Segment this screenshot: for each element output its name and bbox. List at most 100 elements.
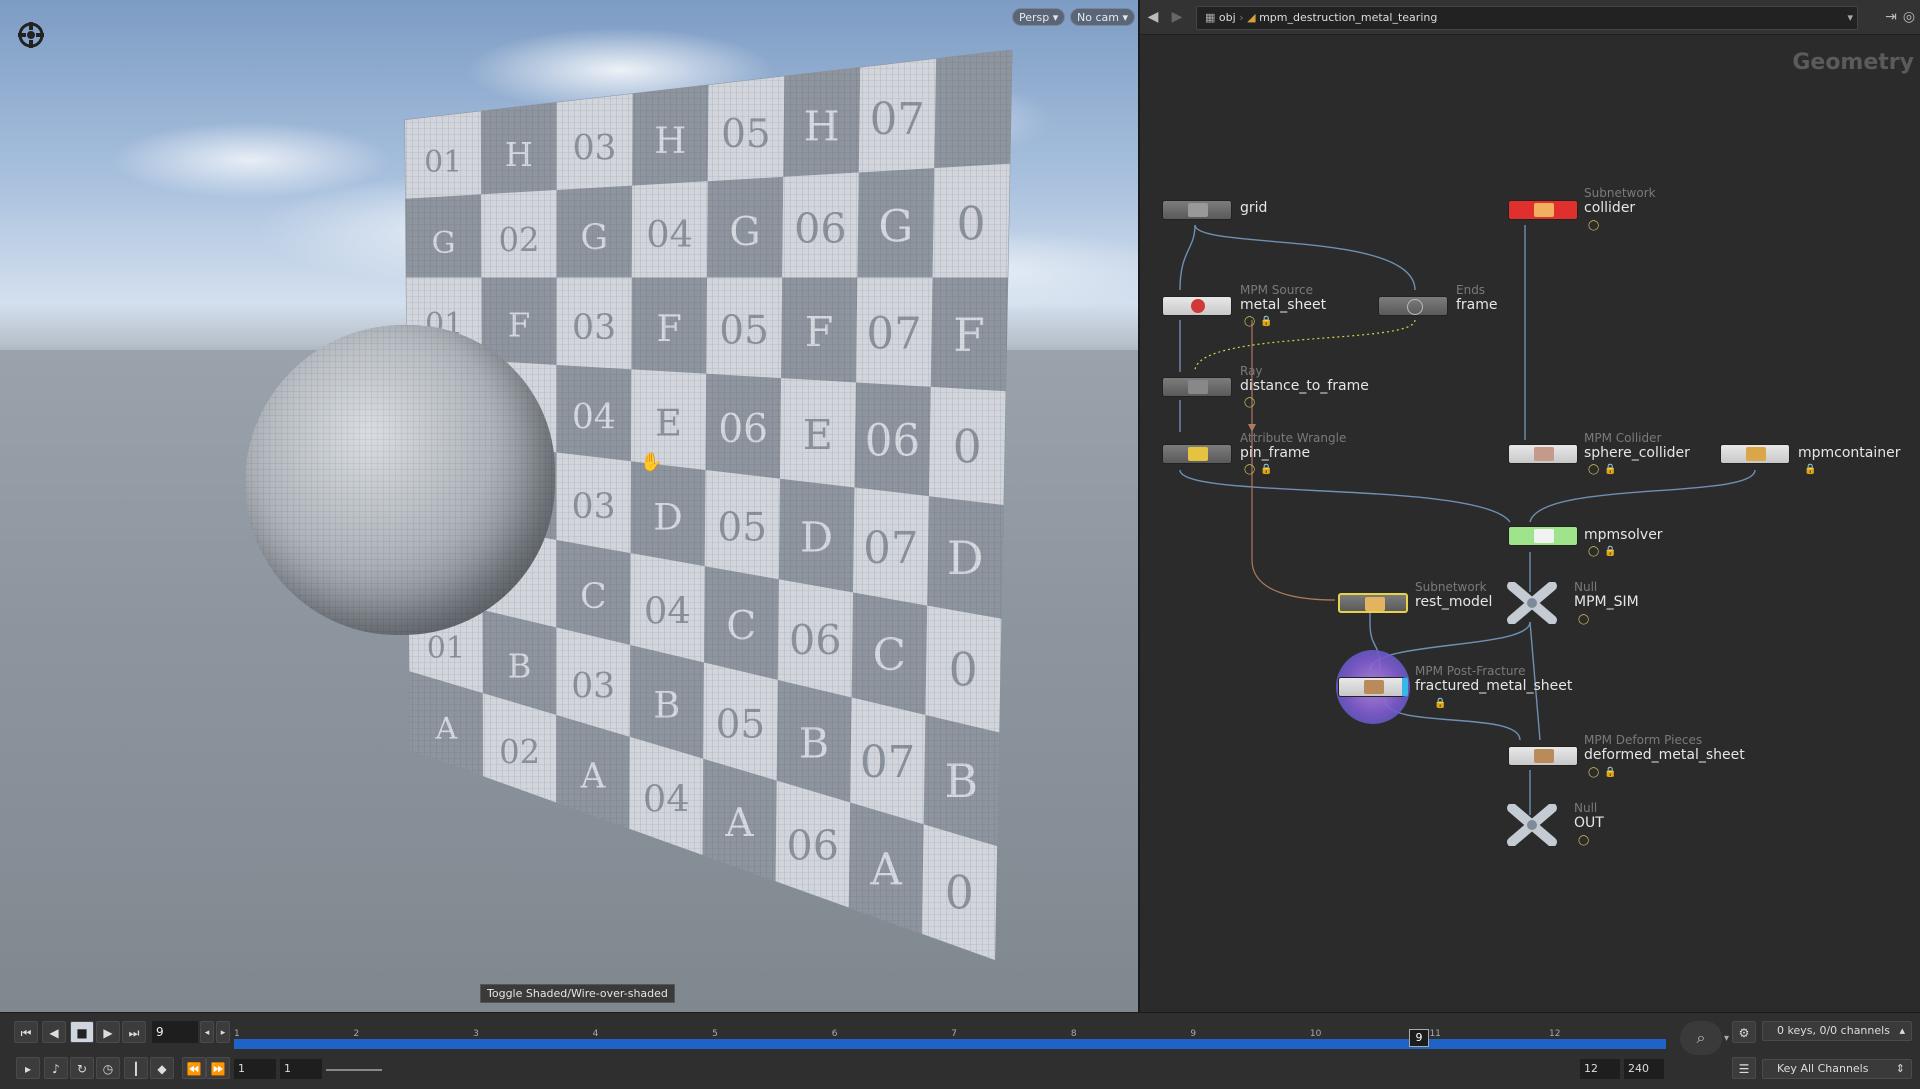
next-key-icon[interactable]: ⏩ [206,1057,230,1079]
node-mpm-sim[interactable] [1506,582,1558,624]
play-reverse-icon[interactable]: ◀ [42,1021,66,1043]
play-forward-icon[interactable]: ▶ [96,1021,120,1043]
chevron-down-icon: ▾ [1052,11,1059,24]
lock-icon[interactable]: 🔒 [1604,546,1616,557]
key-all-channels-dropdown[interactable]: Key All Channels ⇕ [1762,1059,1912,1079]
node-collider[interactable] [1508,200,1578,220]
display-flag-icon[interactable]: ◯ [1244,316,1255,327]
ends-icon [1407,299,1423,315]
keyframe-step-icon[interactable]: ◆ [150,1057,174,1079]
loop-icon[interactable]: ↻ [70,1057,94,1079]
camera-menu-button[interactable]: Persp ▾ [1012,8,1066,26]
tick-label: 11 [1429,1029,1441,1039]
node-type-fractured-metal-sheet: MPM Post-Fracture [1415,664,1526,678]
lock-icon[interactable]: 🔒 [1604,464,1616,475]
channel-list-icon[interactable]: ☰ [1732,1057,1756,1079]
node-type-metal-sheet: MPM Source [1240,283,1313,297]
node-wires [1179,224,1756,815]
lock-icon[interactable]: 🔒 [1604,767,1616,778]
range-start-field[interactable]: 1 [234,1059,276,1079]
node-name-out: OUT [1574,815,1604,831]
current-frame-marker[interactable]: 9 [1409,1029,1429,1047]
node-mpmsolver[interactable] [1508,526,1578,546]
node-metal-sheet[interactable] [1162,296,1232,316]
scene-viewport[interactable]: 01H03H05H07G02G04G06G001F03F05F07FE04E06… [0,0,1138,1012]
display-flag-icon[interactable]: ◯ [1244,397,1255,408]
jump-start-icon[interactable]: ⏮ [14,1021,38,1043]
mpm-post-fracture-icon [1364,680,1384,694]
node-grid[interactable] [1162,200,1232,220]
range-end-field-2[interactable]: 240 [1624,1059,1664,1079]
node-name-sphere-collider: sphere_collider [1584,445,1690,461]
node-name-fractured-metal-sheet: fractured_metal_sheet [1415,678,1573,694]
timeline-range-bar[interactable] [234,1039,1666,1049]
tick-label: 2 [353,1029,360,1039]
range-end-field[interactable]: 12 [1580,1059,1620,1079]
display-flag-icon[interactable]: ◯ [1244,464,1255,475]
subnet-icon [1365,597,1385,611]
node-fractured-metal-sheet[interactable] [1338,677,1408,697]
node-type-sphere-collider: MPM Collider [1584,431,1662,445]
node-out[interactable] [1506,804,1558,846]
lock-icon[interactable]: 🔒 [1260,316,1272,327]
step-forward-icon[interactable]: ▸ [216,1021,230,1043]
chevron-down-icon: ▾ [1122,11,1128,24]
node-deformed-metal-sheet[interactable] [1508,746,1578,766]
clock-icon[interactable]: ◷ [96,1057,120,1079]
chevron-down-icon[interactable]: ▾ [1724,1033,1729,1044]
camera-select-button[interactable]: No cam ▾ [1070,8,1135,26]
node-distance-to-frame[interactable] [1162,377,1232,397]
tick-label: 9 [1190,1029,1197,1039]
display-flag-icon[interactable]: ◯ [1588,546,1599,557]
display-flag-icon[interactable]: ◯ [1588,220,1599,231]
node-mpmcontainer[interactable] [1720,444,1790,464]
lock-icon[interactable]: 🔒 [1260,464,1272,475]
node-name-frame: frame [1456,297,1498,313]
mpm-source-icon [1191,299,1205,313]
search-zoom-icon[interactable]: ⌕ [1680,1021,1722,1055]
node-type-out: Null [1574,801,1598,815]
range-start-field-2[interactable]: 1 [280,1059,322,1079]
node-pin-frame[interactable] [1162,444,1232,464]
houdini-logo-icon[interactable] [14,18,48,52]
playbar[interactable]: ⏮ ◀ ■ ▶ ⏭ 9 ◂ ▸ 1 2 3 4 5 6 7 8 9 10 11 12 9 ⌕ ▾ ⚙ … [0,1012,1920,1089]
keys-channels-dropdown[interactable]: 0 keys, 0/0 channels ▴ [1762,1021,1912,1041]
keys-channels-label: 0 keys, 0/0 channels [1777,1024,1890,1037]
tick-label: 1 [234,1029,240,1039]
display-flag-icon[interactable]: ◯ [1588,767,1599,778]
mpm-deform-pieces-icon [1534,749,1554,763]
tick-label: 8 [1070,1029,1077,1039]
display-flag-icon[interactable]: ◯ [1578,614,1589,625]
display-flag-icon[interactable]: ◯ [1588,464,1599,475]
camera-label: Persp [1019,11,1050,24]
node-sphere-collider[interactable] [1508,444,1578,464]
subnet-icon [1534,203,1554,217]
prev-key-icon[interactable]: ⏪ [182,1057,206,1079]
lock-icon[interactable]: 🔒 [1804,464,1816,475]
tick-label: 4 [592,1029,599,1039]
sphere-collider-rock [245,325,555,635]
node-name-metal-sheet: metal_sheet [1240,297,1327,313]
tooltip: Toggle Shaded/Wire-over-shaded [480,984,675,1003]
stop-icon[interactable]: ■ [70,1021,94,1043]
node-type-deformed-metal-sheet: MPM Deform Pieces [1584,733,1703,747]
jump-end-icon[interactable]: ⏭ [122,1021,146,1043]
node-type-pin-frame: Attribute Wrangle [1240,431,1347,445]
node-name-deformed-metal-sheet: deformed_metal_sheet [1584,747,1745,763]
display-flag-icon[interactable]: ◯ [1578,835,1589,846]
realtime-toggle-icon[interactable]: ▸ [16,1057,40,1079]
tick-label: 5 [712,1029,718,1039]
lock-icon[interactable]: 🔒 [1434,698,1446,709]
network-editor[interactable]: ◀ ▶ ▦ obj › ◢ mpm_destruction_metal_tear… [1138,0,1920,1012]
node-type-rest-model: Subnetwork [1415,580,1487,594]
range-slider[interactable] [326,1069,382,1071]
step-back-icon[interactable]: ◂ [200,1021,214,1043]
timeline-track[interactable]: 1 2 3 4 5 6 7 8 9 10 11 12 9 [234,1029,1666,1049]
node-rest-model[interactable] [1338,593,1408,613]
ruler-icon[interactable]: ┃ [124,1057,148,1079]
audio-icon[interactable]: ♪ [44,1057,68,1079]
node-name-grid: grid [1240,200,1268,216]
keyframe-settings-icon[interactable]: ⚙ [1732,1021,1756,1043]
node-frame[interactable] [1378,296,1448,316]
current-frame-field[interactable]: 9 [152,1021,198,1043]
